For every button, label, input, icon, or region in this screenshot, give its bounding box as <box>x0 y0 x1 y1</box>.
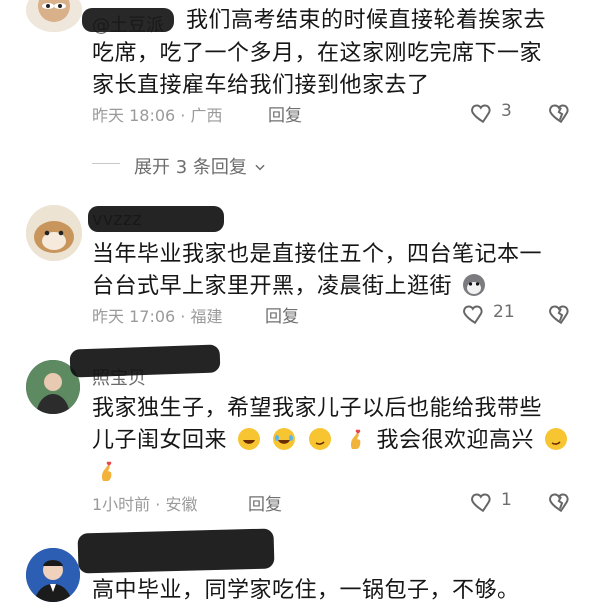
finger-heart-emoji-icon <box>350 429 361 449</box>
smirk-emoji-icon <box>544 428 567 450</box>
comment-text-line: 我们高考结束的时候直接轮着挨家去 <box>186 8 547 33</box>
comment-text-line: 当年毕业我家也是直接住五个，四台笔记本一 <box>92 242 543 267</box>
expand-replies-label: 展开 3 条回复 <box>134 157 247 178</box>
like-button[interactable] <box>470 488 496 514</box>
dislike-button[interactable] <box>548 488 574 514</box>
broken-heart-icon <box>549 305 569 325</box>
comment-text: 吃席，吃了一个多月，在这家刚吃完席下一家 家长直接雇车给我们接到他家去了 <box>92 38 582 102</box>
avatar-image <box>26 0 82 32</box>
heart-icon <box>463 305 483 325</box>
smirk-emoji-icon <box>308 428 331 450</box>
avatar[interactable] <box>26 0 82 32</box>
comment-meta: 1小时前 · 安徽 <box>92 495 198 514</box>
redaction-bar <box>88 206 224 232</box>
reply-button[interactable]: 回复 <box>268 101 302 126</box>
comment-text: 当年毕业我家也是直接住五个，四台笔记本一 台台式早上家里开黑，凌晨街上逛街 <box>92 239 582 303</box>
avatar[interactable] <box>26 548 80 602</box>
rolling-laughing-emoji-icon <box>237 428 260 450</box>
avatar-image <box>26 205 82 261</box>
husky-emoji-icon <box>462 274 485 296</box>
comment-text-line: 吃席，吃了一个多月，在这家刚吃完席下一家 <box>92 41 543 66</box>
comment-text-line: 台台式早上家里开黑，凌晨街上逛街 <box>92 271 582 303</box>
tears-of-joy-emoji-icon <box>273 428 296 450</box>
broken-heart-icon <box>549 104 569 124</box>
comment-text-line <box>92 457 582 489</box>
chevron-down-icon <box>255 164 265 171</box>
like-count: 21 <box>493 302 515 322</box>
expand-divider-line <box>92 163 120 164</box>
comment-text-line: 家长直接雇车给我们接到他家去了 <box>92 73 430 98</box>
comment-meta: 昨天 18:06 · 广西 <box>92 106 223 125</box>
finger-heart-emoji-icon <box>101 461 112 481</box>
avatar-image <box>26 548 80 602</box>
dislike-button[interactable] <box>548 99 574 125</box>
heart-icon <box>471 104 491 124</box>
redaction-bar <box>77 528 275 574</box>
redaction-bar <box>69 344 221 378</box>
redaction-bar <box>82 8 174 32</box>
comment-meta: 昨天 17:06 · 福建 <box>92 307 223 326</box>
comment-text: 我家独生子，希望我家儿子以后也能给我带些 儿子闺女回来 我会很欢迎高兴 <box>92 393 582 489</box>
heart-icon <box>471 493 491 513</box>
reply-button[interactable]: 回复 <box>248 490 282 515</box>
comment-text: 我们高考结束的时候直接轮着挨家去 <box>186 5 582 37</box>
like-button[interactable] <box>462 300 488 326</box>
broken-heart-icon <box>549 493 569 513</box>
reply-button[interactable]: 回复 <box>265 302 299 327</box>
comment-text: 高中毕业，同学家吃住，一锅包子，不够。 <box>92 578 520 603</box>
avatar[interactable] <box>26 205 82 261</box>
like-count: 1 <box>501 490 512 510</box>
comment-text-line: 我家独生子，希望我家儿子以后也能给我带些 <box>92 396 543 421</box>
like-count: 3 <box>501 101 512 121</box>
like-button[interactable] <box>470 99 496 125</box>
expand-replies-button[interactable]: 展开 3 条回复 <box>134 153 267 179</box>
comment-text-line: 儿子闺女回来 我会很欢迎高兴 <box>92 425 582 457</box>
dislike-button[interactable] <box>548 300 574 326</box>
